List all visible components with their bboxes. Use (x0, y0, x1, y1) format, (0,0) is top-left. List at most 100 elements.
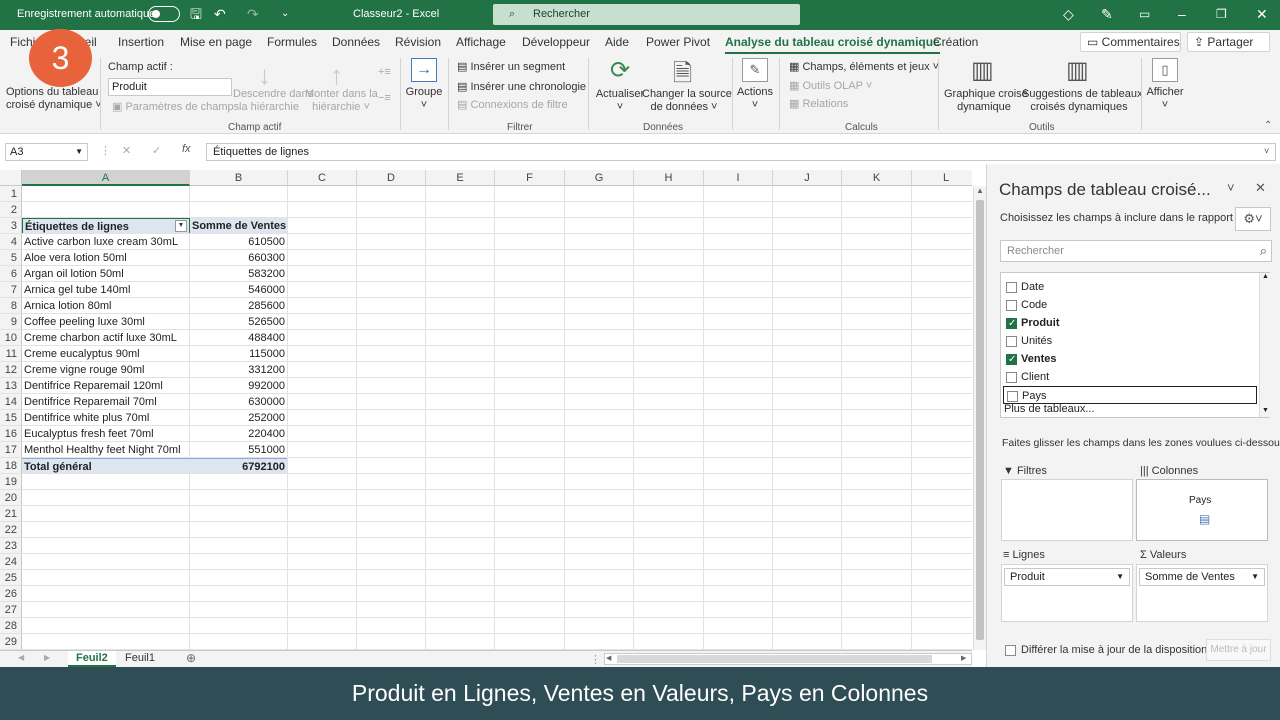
row-header[interactable]: 14 (0, 394, 22, 410)
pivot-row-value[interactable]: 551000 (190, 442, 287, 458)
field-item-unités[interactable]: Unités (1003, 332, 1257, 350)
pane-close-icon[interactable]: ✕ (1255, 180, 1266, 196)
pivot-row-value[interactable]: 488400 (190, 330, 287, 346)
tab-insertion[interactable]: Insertion (118, 35, 164, 49)
columns-zone-item[interactable]: Pays (1189, 495, 1211, 506)
row-header[interactable]: 1 (0, 186, 22, 202)
row-header[interactable]: 11 (0, 346, 22, 362)
tab-mise-en-page[interactable]: Mise en page (180, 35, 252, 49)
insert-slicer-button[interactable]: ▤ Insérer un segment (457, 60, 565, 73)
row-header[interactable]: 15 (0, 410, 22, 426)
show-button[interactable]: Afficher ˅ (1143, 86, 1187, 112)
pivot-row-value[interactable]: 285600 (190, 298, 287, 314)
tab-aide[interactable]: Aide (605, 35, 629, 49)
column-header[interactable]: A (22, 170, 190, 186)
field-item-ventes[interactable]: Ventes (1003, 350, 1257, 369)
grand-total-value[interactable]: 6792100 (190, 458, 287, 474)
change-source-button[interactable]: Changer la source de données ˅ (642, 88, 732, 114)
field-checkbox[interactable] (1006, 336, 1017, 347)
column-header[interactable]: C (288, 170, 357, 186)
row-labels-filter-icon[interactable]: ▼ (175, 220, 187, 232)
column-header[interactable]: J (773, 170, 842, 186)
pivot-row-value[interactable]: 115000 (190, 346, 287, 362)
filter-connections-button[interactable]: ▤ Connexions de filtre (457, 98, 568, 111)
undo-icon[interactable]: ↶ (214, 5, 226, 23)
row-header[interactable]: 20 (0, 490, 22, 506)
rows-zone-item[interactable]: Produit ▼ (1004, 568, 1130, 586)
pivot-row-label[interactable]: Dentifrice white plus 70ml (22, 410, 190, 426)
field-settings-button[interactable]: ▣ Paramètres de champs (112, 100, 239, 113)
formula-input[interactable]: Étiquettes de lignes (206, 143, 1276, 161)
field-checkbox[interactable] (1006, 282, 1017, 293)
drill-down-button[interactable]: Descendre dans la hiérarchie (233, 88, 313, 114)
pivot-row-labels-header[interactable]: Étiquettes de lignes (22, 218, 190, 234)
search-box[interactable]: ⌕ Rechercher (493, 4, 800, 25)
comments-button[interactable]: ▭ Commentaires (1080, 32, 1181, 52)
row-header[interactable]: 4 (0, 234, 22, 250)
scrollbar-thumb[interactable] (976, 200, 984, 640)
pivot-row-label[interactable]: Argan oil lotion 50ml (22, 266, 190, 282)
row-header[interactable]: 26 (0, 586, 22, 602)
pivot-row-label[interactable]: Eucalyptus fresh feet 70ml (22, 426, 190, 442)
scroll-up-icon[interactable]: ▲ (1262, 273, 1269, 280)
chevron-down-icon[interactable]: ▼ (75, 147, 83, 156)
field-item-pays[interactable]: Pays (1003, 386, 1257, 404)
column-header[interactable]: L (912, 170, 972, 186)
select-all-corner[interactable] (0, 170, 22, 186)
vertical-scrollbar[interactable]: ▲ (973, 186, 986, 650)
fx-icon[interactable]: fx (182, 143, 191, 155)
pivot-row-value[interactable]: 992000 (190, 378, 287, 394)
column-header[interactable]: H (634, 170, 704, 186)
column-header[interactable]: E (426, 170, 495, 186)
restore-icon[interactable]: ❐ (1216, 5, 1227, 23)
insert-timeline-button[interactable]: ▤ Insérer une chronologie (457, 80, 586, 93)
gear-icon[interactable]: ⚙˅ (1235, 207, 1271, 231)
pivot-row-label[interactable]: Coffee peeling luxe 30ml (22, 314, 190, 330)
column-header[interactable]: G (565, 170, 634, 186)
pivot-row-value[interactable]: 630000 (190, 394, 287, 410)
sheet-tab-feuil2[interactable]: Feuil2 (68, 651, 116, 667)
group-button[interactable]: Groupe ˅ (403, 86, 445, 112)
pivot-row-label[interactable]: Creme charbon actif luxe 30mL (22, 330, 190, 346)
relations-button[interactable]: ▦ Relations (789, 97, 848, 110)
defer-update-checkbox[interactable] (1005, 645, 1016, 656)
pivot-options-button[interactable]: Options du tableau croisé dynamique ˅ (6, 86, 102, 112)
row-header[interactable]: 2 (0, 202, 22, 218)
row-header[interactable]: 7 (0, 282, 22, 298)
name-box[interactable]: A3 ▼ (5, 143, 88, 161)
field-search-input[interactable]: Rechercher ⌕ (1000, 240, 1272, 262)
tab-revision[interactable]: Révision (395, 35, 441, 49)
row-header[interactable]: 24 (0, 554, 22, 570)
pivot-row-label[interactable]: Arnica gel tube 140ml (22, 282, 190, 298)
column-header[interactable]: K (842, 170, 912, 186)
next-sheet-icon[interactable]: ▶ (44, 653, 50, 662)
tab-creation[interactable]: Création (933, 35, 978, 49)
hscroll-thumb[interactable] (617, 655, 932, 663)
scroll-up-icon[interactable]: ▲ (976, 186, 984, 195)
diamond-icon[interactable]: ◇ (1063, 5, 1074, 23)
update-button[interactable]: Mettre à jour (1206, 639, 1271, 661)
add-sheet-icon[interactable]: ⊕ (186, 651, 196, 665)
collapse-field-icon[interactable]: −≡ (378, 92, 391, 104)
pivot-row-value[interactable]: 546000 (190, 282, 287, 298)
tab-affichage[interactable]: Affichage (456, 35, 506, 49)
close-icon[interactable]: ✕ (1256, 5, 1268, 23)
row-header[interactable]: 19 (0, 474, 22, 490)
row-header[interactable]: 10 (0, 330, 22, 346)
enter-icon[interactable]: ✓ (152, 144, 161, 157)
field-item-client[interactable]: Client (1003, 368, 1257, 386)
field-checkbox[interactable] (1006, 300, 1017, 311)
more-tables-link[interactable]: Plus de tableaux... (1004, 403, 1095, 415)
row-header[interactable]: 8 (0, 298, 22, 314)
expand-field-icon[interactable]: +≡ (378, 66, 391, 78)
expand-formula-icon[interactable]: ˅ (1264, 146, 1269, 156)
cancel-icon[interactable]: ✕ (122, 144, 131, 157)
minimize-icon[interactable]: – (1178, 5, 1186, 23)
row-header[interactable]: 3 (0, 218, 22, 234)
pivot-row-label[interactable]: Arnica lotion 80ml (22, 298, 190, 314)
horizontal-scrollbar[interactable]: ◀ ▶ (604, 653, 972, 665)
field-checkbox[interactable] (1007, 391, 1018, 402)
column-header[interactable]: B (190, 170, 288, 186)
splitter-handle[interactable]: ⋮ (590, 653, 601, 666)
ribbon-display-icon[interactable]: ▭ (1139, 5, 1150, 23)
